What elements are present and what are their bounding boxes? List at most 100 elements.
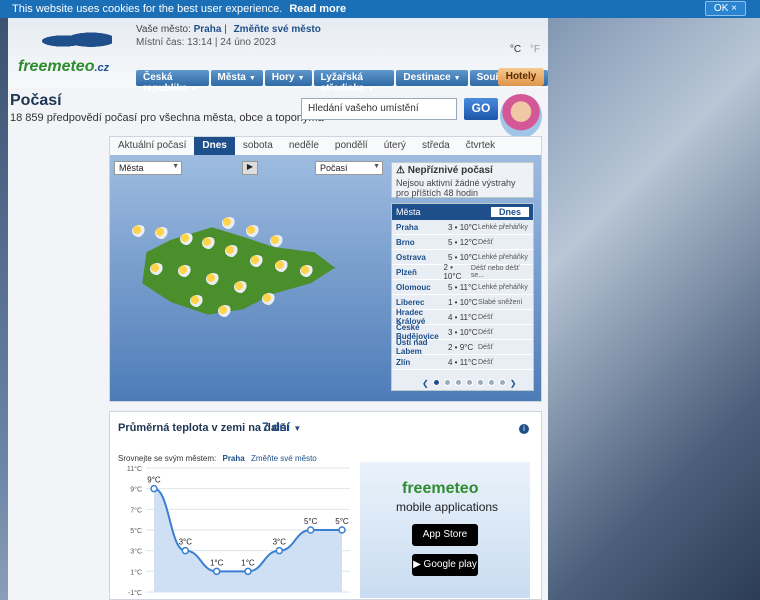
- city-name[interactable]: Ostrava: [396, 253, 448, 262]
- unit-celsius[interactable]: °C: [510, 44, 521, 55]
- city-name[interactable]: Ústí nad Labem: [396, 338, 448, 356]
- weather-icon[interactable]: [202, 237, 216, 249]
- unit-toggle[interactable]: °C °F: [510, 44, 540, 55]
- data-label: 5°C: [335, 517, 349, 526]
- weather-icon[interactable]: [262, 293, 276, 305]
- city-name[interactable]: Plzeň: [396, 268, 443, 277]
- weather-icon[interactable]: [246, 225, 260, 237]
- info-icon[interactable]: i: [519, 424, 529, 434]
- logo[interactable]: freemeteo.cz: [18, 28, 118, 76]
- city-name[interactable]: Praha: [396, 223, 448, 232]
- weather-icon[interactable]: [180, 233, 194, 245]
- cookie-bar: This website uses cookies for the best u…: [0, 0, 760, 18]
- chevron-right-icon[interactable]: ❯: [510, 379, 517, 388]
- data-point[interactable]: [306, 526, 315, 534]
- data-point[interactable]: [181, 546, 190, 555]
- tab-monday[interactable]: pondělí: [327, 137, 376, 155]
- city-name[interactable]: Brno: [396, 238, 448, 247]
- weather-icon[interactable]: [275, 260, 289, 272]
- nav-item[interactable]: Česká republika ▼: [136, 70, 209, 94]
- tab-tuesday[interactable]: úterý: [376, 137, 414, 155]
- city-temp: 5 • 10°C: [448, 252, 478, 262]
- weather-icon[interactable]: [150, 263, 164, 275]
- weather-select[interactable]: Počasí ▼: [315, 161, 383, 175]
- warning-title: Nepříznivé počasí: [407, 165, 493, 176]
- city-name[interactable]: Olomouc: [396, 283, 448, 292]
- data-point[interactable]: [212, 567, 221, 576]
- list-item[interactable]: Plzeň 2 • 10°C Déšť nebo déšť se...: [392, 263, 533, 281]
- cities-select[interactable]: Města ▼: [114, 161, 182, 175]
- tab-sunday[interactable]: neděle: [281, 137, 327, 155]
- nav-item[interactable]: Lyžařská střediska ▼: [313, 70, 395, 94]
- city-desc: Lehké přeháňky: [478, 283, 528, 291]
- nav-item[interactable]: Města ▼: [210, 70, 263, 86]
- read-more-link[interactable]: Read more: [289, 3, 346, 15]
- google-play-button[interactable]: ▶ Google play: [412, 554, 478, 576]
- tab-today[interactable]: Dnes: [194, 137, 235, 155]
- warning-icon: ⚠: [396, 165, 405, 176]
- logo-domain: .cz: [94, 62, 110, 74]
- weather-map[interactable]: Města ▼ ▶ Počasí ▼ ⚠ Nepříznivé počasí N…: [110, 155, 541, 401]
- chevron-left-icon[interactable]: ❮: [422, 379, 429, 388]
- weather-icon[interactable]: [234, 281, 248, 293]
- city-name[interactable]: Liberec: [396, 298, 448, 307]
- list-item[interactable]: Praha 3 • 10°C Lehké přeháňky: [392, 220, 533, 235]
- go-button[interactable]: GO: [464, 98, 498, 120]
- weather-icon[interactable]: [132, 225, 146, 237]
- y-tick-label: 7°C: [130, 506, 142, 514]
- data-point[interactable]: [338, 526, 346, 534]
- pager-dot[interactable]: [432, 379, 440, 386]
- city-temp: 3 • 10°C: [448, 222, 478, 232]
- days-select[interactable]: 7 dní ▼: [262, 420, 301, 434]
- compare-change-link[interactable]: Změňte své město: [251, 454, 317, 463]
- nav-item-label: Česká republika: [143, 72, 188, 94]
- cities-select-value: Města: [119, 163, 144, 173]
- data-point[interactable]: [150, 484, 158, 493]
- cities-header: Města Dnes: [392, 204, 533, 220]
- tab-wednesday[interactable]: středa: [414, 137, 458, 155]
- play-button[interactable]: ▶: [242, 161, 258, 175]
- weather-icon[interactable]: [225, 245, 239, 257]
- pager-dot[interactable]: [443, 379, 451, 386]
- weather-icon[interactable]: [222, 217, 236, 229]
- severe-weather-box[interactable]: ⚠ Nepříznivé počasí Nejsou aktivní žádné…: [391, 162, 534, 198]
- current-city: Praha: [193, 24, 222, 35]
- data-label: 5°C: [304, 517, 318, 526]
- weather-icon[interactable]: [218, 305, 232, 317]
- city-desc: Slabé sněžení: [478, 298, 523, 306]
- pager-dot[interactable]: [487, 379, 495, 386]
- mobile-apps-ad[interactable]: freemeteo mobile applications App Store …: [360, 462, 530, 598]
- city-desc: Déšť: [478, 358, 494, 366]
- data-point[interactable]: [244, 567, 252, 576]
- pager-dot[interactable]: [498, 379, 506, 386]
- weather-icon[interactable]: [155, 227, 169, 239]
- unit-fahrenheit[interactable]: °F: [530, 44, 540, 55]
- pager-dot[interactable]: [465, 379, 473, 386]
- weather-icon[interactable]: [270, 235, 284, 247]
- list-item[interactable]: Ústí nad Labem 2 • 9°C Déšť: [392, 338, 533, 356]
- pager-dot[interactable]: [454, 379, 462, 386]
- list-item[interactable]: Brno 5 • 12°C Déšť: [392, 235, 533, 250]
- data-point[interactable]: [275, 546, 284, 555]
- tab-saturday[interactable]: sobota: [235, 137, 281, 155]
- tab-current[interactable]: Aktuální počasí: [110, 137, 194, 155]
- list-item[interactable]: Olomouc 5 • 11°C Lehké přeháňky: [392, 280, 533, 295]
- weather-icon[interactable]: [206, 273, 220, 285]
- pager-dot[interactable]: [476, 379, 484, 386]
- list-item[interactable]: Zlín 4 • 11°C Déšť: [392, 355, 533, 370]
- app-store-button[interactable]: App Store: [412, 524, 478, 546]
- nav-item[interactable]: Hory ▼: [264, 70, 312, 86]
- city-name[interactable]: Zlín: [396, 358, 448, 367]
- weather-map-panel: Aktuální počasí Dnes sobota neděle pondě…: [109, 136, 542, 402]
- weather-icon[interactable]: [250, 255, 264, 267]
- cookie-ok-button[interactable]: OK ×: [704, 1, 746, 16]
- weather-icon[interactable]: [178, 265, 192, 277]
- search-input[interactable]: Hledání vašeho umístění: [301, 98, 457, 120]
- weather-icon[interactable]: [300, 265, 314, 277]
- nav-item[interactable]: Destinace ▼: [396, 70, 468, 86]
- tab-thursday[interactable]: čtvrtek: [458, 137, 503, 155]
- change-city-link[interactable]: Změňte své město: [234, 24, 321, 35]
- hotels-button[interactable]: Hotely: [498, 68, 544, 86]
- weather-icon[interactable]: [190, 295, 204, 307]
- google-play-label: Google play: [423, 559, 477, 570]
